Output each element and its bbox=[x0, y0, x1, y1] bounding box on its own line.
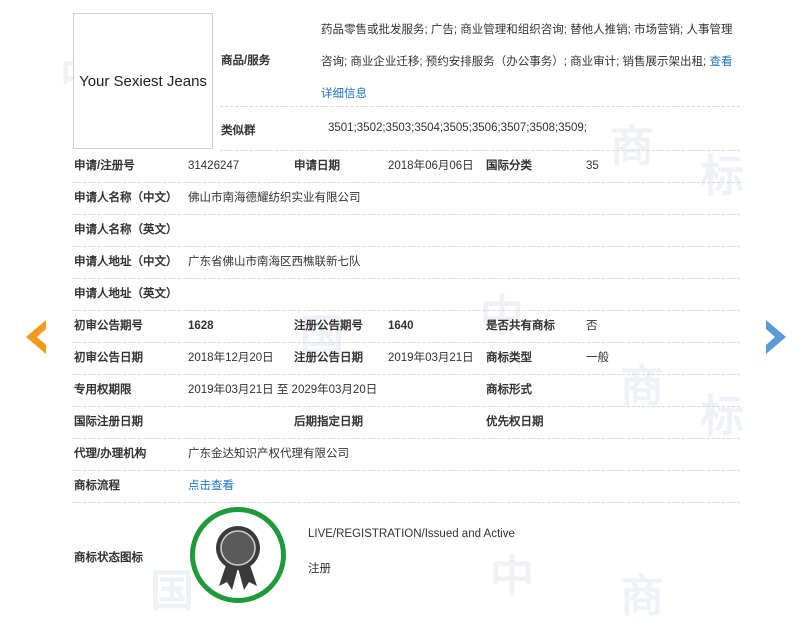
similar-group-row: 类似群 3501;3502;3503;3504;3505;3506;3507;3… bbox=[73, 114, 740, 151]
applicant-name-cn-row: 申请人名称（中文） 佛山市南海德耀纺织实业有限公司 bbox=[73, 183, 740, 215]
applicant-addr-cn-value: 广东省佛山市南海区西樵联新七队 bbox=[188, 256, 361, 268]
apply-date-value: 2018年06月06日 bbox=[388, 160, 474, 172]
applicant-addr-en-label: 申请人地址（英文） bbox=[74, 288, 178, 300]
publication-date-row: 初审公告日期 2018年12月20日 注册公告日期 2019年03月21日 商标… bbox=[73, 343, 740, 375]
applicant-name-en-label: 申请人名称（英文） bbox=[74, 224, 178, 236]
intl-reg-date-label: 国际注册日期 bbox=[74, 416, 143, 428]
applicant-name-en-row: 申请人名称（英文） bbox=[73, 215, 740, 247]
applicant-addr-en-row: 申请人地址（英文） bbox=[73, 279, 740, 311]
agent-row: 代理/办理机构 广东金达知识产权代理有限公司 bbox=[73, 439, 740, 471]
priority-date-label: 优先权日期 bbox=[486, 416, 544, 428]
applicant-name-cn-label: 申请人名称（中文） bbox=[74, 192, 178, 204]
publication-no-row: 初审公告期号 1628 注册公告期号 1640 是否共有商标 否 bbox=[73, 311, 740, 343]
reg-pub-no-label: 注册公告期号 bbox=[294, 320, 363, 332]
rights-period-value: 2019年03月21日 至 2029年03月20日 bbox=[188, 384, 378, 396]
reg-date-label: 注册公告日期 bbox=[294, 352, 363, 364]
reg-pub-no-value: 1640 bbox=[388, 320, 414, 332]
prelim-date-label: 初审公告日期 bbox=[74, 352, 143, 364]
applicant-addr-cn-row: 申请人地址（中文） 广东省佛山市南海区西樵联新七队 bbox=[73, 247, 740, 279]
applicant-addr-cn-label: 申请人地址（中文） bbox=[74, 256, 178, 268]
shared-label: 是否共有商标 bbox=[486, 320, 555, 332]
rights-period-label: 专用权期限 bbox=[74, 384, 132, 396]
prelim-no-value: 1628 bbox=[188, 320, 214, 332]
status-section: 商标状态图标 LIVE/REGISTRATION/Issued and Acti… bbox=[73, 503, 740, 613]
agent-label: 代理/办理机构 bbox=[74, 448, 147, 460]
status-cn: 注册 bbox=[308, 563, 331, 575]
agent-value: 广东金达知识产权代理有限公司 bbox=[188, 448, 349, 460]
services-section: 商品/服务 药品零售或批发服务; 广告; 商业管理和组织咨询; 替他人推销; 市… bbox=[73, 12, 740, 108]
rights-period-row: 专用权期限 2019年03月21日 至 2029年03月20日 商标形式 bbox=[73, 375, 740, 407]
registration-row: 申请/注册号 31426247 申请日期 2018年06月06日 国际分类 35 bbox=[73, 151, 740, 183]
tm-type-value: 一般 bbox=[586, 352, 609, 364]
status-en: LIVE/REGISTRATION/Issued and Active bbox=[308, 528, 515, 540]
services-label: 商品/服务 bbox=[221, 55, 271, 67]
intl-class-value: 35 bbox=[586, 160, 599, 172]
reg-no-value: 31426247 bbox=[188, 160, 240, 172]
dates-row: 国际注册日期 后期指定日期 优先权日期 bbox=[73, 407, 740, 439]
flow-row: 商标流程 点击查看 bbox=[73, 471, 740, 503]
prev-arrow-icon[interactable] bbox=[22, 318, 50, 359]
next-arrow-icon[interactable] bbox=[762, 318, 790, 359]
similar-group-label: 类似群 bbox=[221, 125, 256, 137]
reg-no-label: 申请/注册号 bbox=[74, 160, 135, 172]
applicant-name-cn-value: 佛山市南海德耀纺织实业有限公司 bbox=[188, 192, 361, 204]
later-date-label: 后期指定日期 bbox=[294, 416, 363, 428]
services-text: 药品零售或批发服务; 广告; 商业管理和组织咨询; 替他人推销; 市场营销; 人… bbox=[321, 14, 735, 110]
prelim-date-value: 2018年12月20日 bbox=[188, 352, 274, 364]
flow-label: 商标流程 bbox=[74, 480, 120, 492]
flow-view-link[interactable]: 点击查看 bbox=[188, 471, 234, 502]
status-badge-icon bbox=[190, 507, 286, 603]
intl-class-label: 国际分类 bbox=[486, 160, 532, 172]
apply-date-label: 申请日期 bbox=[294, 160, 340, 172]
reg-date-value: 2019年03月21日 bbox=[388, 352, 474, 364]
shared-value: 否 bbox=[586, 320, 598, 332]
similar-group-value: 3501;3502;3503;3504;3505;3506;3507;3508;… bbox=[328, 122, 588, 134]
services-list: 药品零售或批发服务; 广告; 商业管理和组织咨询; 替他人推销; 市场营销; 人… bbox=[321, 24, 733, 68]
status-label: 商标状态图标 bbox=[74, 552, 143, 564]
prelim-no-label: 初审公告期号 bbox=[74, 320, 143, 332]
tm-form-label: 商标形式 bbox=[486, 384, 532, 396]
tm-type-label: 商标类型 bbox=[486, 352, 532, 364]
